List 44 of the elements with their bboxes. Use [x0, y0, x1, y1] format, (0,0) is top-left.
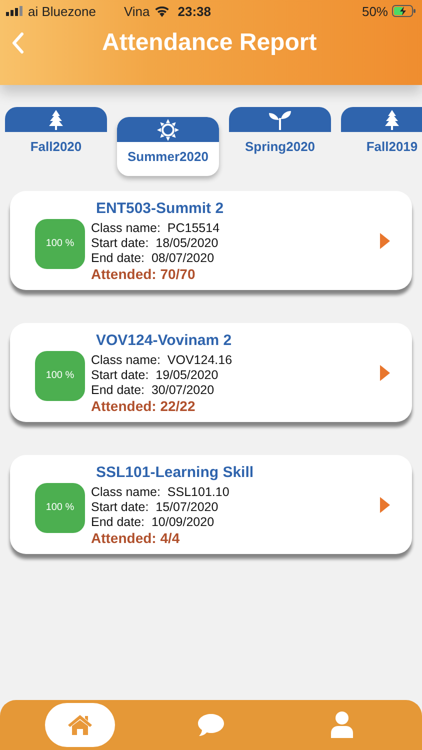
clock-text: 23:38 [178, 4, 211, 18]
home-icon [66, 714, 93, 736]
end-date-text: End date: 10/09/2020 [91, 514, 216, 530]
start-date-text: Start date: 15/07/2020 [91, 500, 220, 514]
semester-tab[interactable]: Spring2020 [229, 107, 331, 166]
chat-bubble-icon [196, 713, 225, 737]
course-card[interactable]: 100 % ENT503-Summit 2 Class name: PC15514 Start date: 18/05/2020 End date: 08/07/2020 Attended: 70/70 [10, 191, 412, 290]
sprout-icon [268, 110, 292, 130]
semester-tab[interactable]: Fall2020 [5, 107, 107, 166]
person-icon [330, 711, 354, 739]
carrier-text: Vina [124, 4, 150, 18]
class-name-text: Class name: PC15514 [91, 220, 221, 236]
semester-tab[interactable]: Fall2019 [341, 107, 422, 166]
play-arrow-icon[interactable] [380, 364, 390, 380]
sun-icon [157, 118, 179, 140]
semester-tab[interactable]: Summer2020 [117, 117, 219, 176]
play-arrow-icon[interactable] [380, 496, 390, 512]
battery-icon [392, 5, 416, 17]
play-arrow-icon[interactable] [380, 232, 390, 248]
percent-badge: 100 % [35, 482, 85, 532]
course-title: ENT503-Summit 2 [96, 200, 225, 216]
carrier-text: ai Bluezone [28, 4, 96, 18]
battery-text: 50% [362, 4, 388, 18]
course-card[interactable]: 100 % VOV124-Vovinam 2 Class name: VOV124.16 Start date: 19/05/2020 End date: 30/07/2020 Attended: 22/22 [10, 323, 412, 422]
class-name-text: Class name: SSL101.10 [91, 484, 230, 500]
home-button[interactable] [44, 703, 115, 747]
page-title: Attendance Report [102, 29, 317, 57]
class-name-text: Class name: VOV124.16 [91, 352, 234, 368]
attended-text: Attended: 70/70 [91, 266, 196, 282]
wifi-icon [154, 5, 170, 17]
signal-icon [6, 6, 24, 16]
tree-icon [384, 110, 400, 130]
end-date-text: End date: 08/07/2020 [91, 250, 216, 266]
start-date-text: Start date: 18/05/2020 [91, 236, 220, 250]
course-title: VOV124-Vovinam 2 [96, 332, 233, 348]
course-card[interactable]: 100 % SSL101-Learning Skill Class name: SSL101.10 Start date: 15/07/2020 End date: 10/09/2020 Attended: 4/4 [10, 455, 412, 554]
attended-text: Attended: 4/4 [91, 530, 181, 546]
start-date-text: Start date: 19/05/2020 [91, 368, 220, 382]
tree-icon [48, 110, 64, 130]
percent-badge: 100 % [35, 218, 85, 268]
percent-badge: 100 % [35, 350, 85, 400]
attended-text: Attended: 22/22 [91, 398, 196, 414]
course-title: SSL101-Learning Skill [96, 464, 255, 480]
end-date-text: End date: 30/07/2020 [91, 382, 216, 398]
